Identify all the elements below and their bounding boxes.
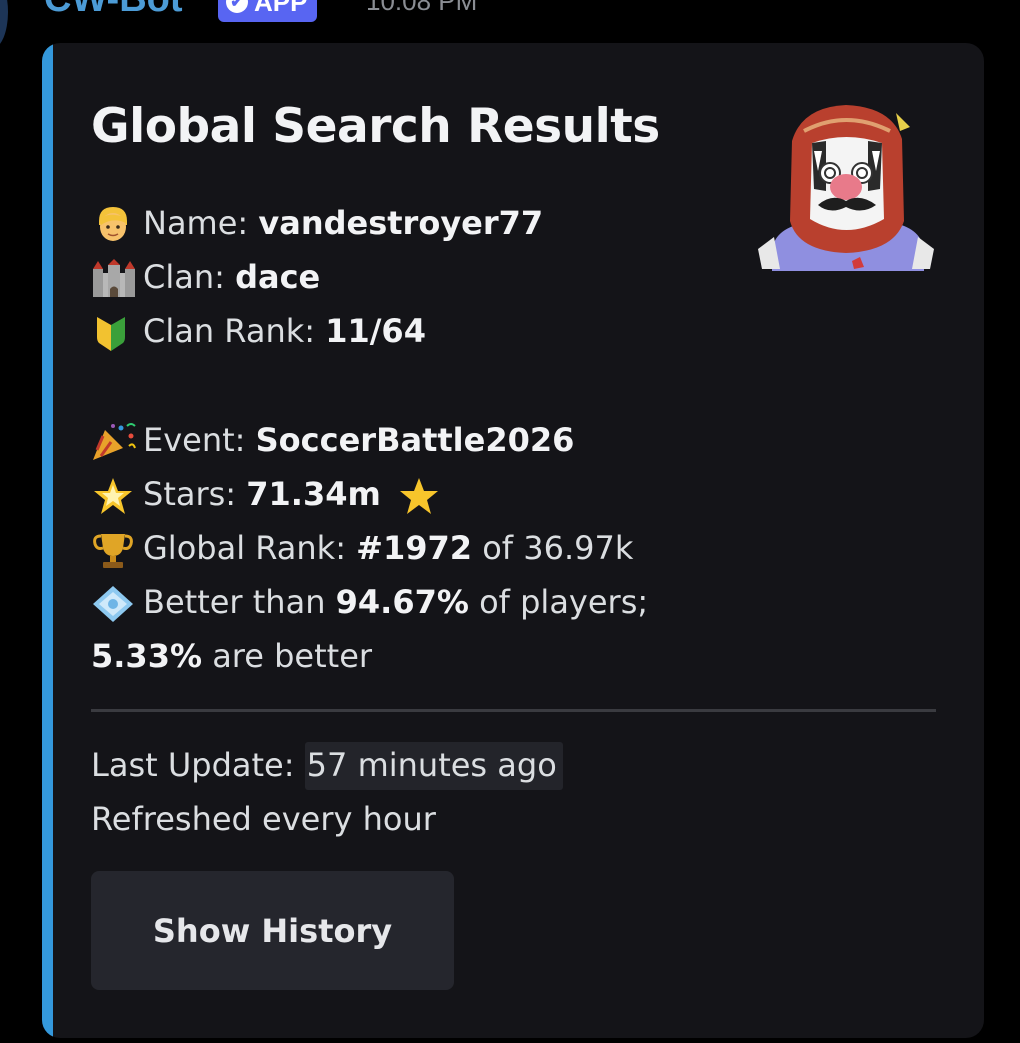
field-clan-value: dace [235, 258, 321, 296]
field-event-value: SoccerBattle2026 [255, 421, 575, 459]
bot-avatar[interactable] [0, 0, 8, 48]
field-global-rank-label: Global Rank: [143, 529, 357, 567]
field-better-than: Better than 94.67% of players; [91, 582, 648, 622]
app-badge: ✔ APP [218, 0, 318, 22]
person-emoji-icon [91, 203, 143, 243]
castle-emoji-icon [91, 257, 143, 297]
star-emoji-icon [397, 474, 449, 514]
party-popper-emoji-icon [91, 420, 143, 460]
bot-username[interactable]: CW-Bot [44, 0, 183, 21]
field-name-label: Name: [143, 204, 259, 242]
field-clan-rank: Clan Rank: 11/64 [91, 311, 426, 351]
field-global-rank: Global Rank: #1972 of 36.97k [91, 528, 633, 568]
message-header: CW-Bot ✔ APP 10:08 PM [0, 0, 1020, 48]
message-view: CW-Bot ✔ APP 10:08 PM Global Search Resu… [0, 0, 1020, 1043]
verified-check-icon: ✔ [226, 0, 248, 13]
field-clan-label: Clan: [143, 258, 236, 296]
roblox-avatar-image[interactable] [754, 101, 938, 273]
show-history-button[interactable]: Show History [91, 871, 454, 990]
field-worse-than-suffix: are better [202, 637, 373, 675]
field-event: Event: SoccerBattle2026 [91, 420, 574, 460]
glowing-star-emoji-icon [91, 474, 143, 514]
embed-divider [91, 709, 936, 712]
field-stars-label: Stars: [143, 475, 247, 513]
field-worse-than-value: 5.33% [91, 637, 203, 675]
field-stars: Stars: 71.34m [91, 474, 449, 514]
field-name-value: vandestroyer77 [258, 204, 544, 242]
field-name: Name: vandestroyer77 [91, 203, 543, 243]
beginner-shield-emoji-icon [91, 311, 143, 351]
field-better-than-suffix: of players; [468, 583, 649, 621]
field-global-rank-suffix: of 36.97k [472, 529, 634, 567]
field-clan-rank-value: 11/64 [325, 312, 426, 350]
field-stars-value: 71.34m [246, 475, 381, 513]
field-global-rank-value: #1972 [356, 529, 473, 567]
field-better-than-value: 94.67% [335, 583, 469, 621]
last-update-label: Last Update: [91, 746, 305, 784]
last-update-timestamp[interactable]: 57 minutes ago [304, 742, 563, 790]
field-worse-than: 5.33% are better [91, 636, 372, 676]
message-timestamp[interactable]: 10:08 PM [366, 0, 477, 17]
diamond-dot-emoji-icon [91, 582, 143, 622]
field-event-label: Event: [143, 421, 256, 459]
embed-card: Global Search Results Name: vandestroyer… [42, 43, 984, 1038]
field-clan-rank-label: Clan Rank: [143, 312, 326, 350]
trophy-emoji-icon [91, 528, 143, 568]
embed-title: Global Search Results [91, 99, 660, 154]
field-better-than-label: Better than [143, 583, 336, 621]
embed-accent-bar [42, 43, 53, 1038]
last-update: Last Update: 57 minutes ago [91, 742, 563, 790]
field-clan: Clan: dace [91, 257, 320, 297]
refresh-note: Refreshed every hour [91, 800, 436, 838]
app-badge-label: APP [254, 0, 308, 17]
